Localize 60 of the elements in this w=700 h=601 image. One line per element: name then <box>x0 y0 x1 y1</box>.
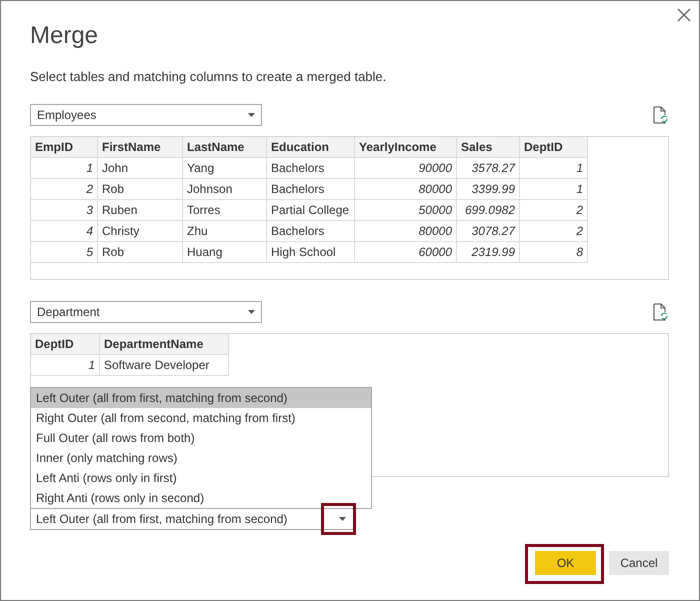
table-cell: 3578.27 <box>456 158 520 178</box>
table-cell: Rob <box>98 242 182 262</box>
column-header: DeptID <box>31 334 100 354</box>
join-kind-option[interactable]: Left Outer (all from first, matching from second) <box>31 388 371 408</box>
table-cell: Johnson <box>182 178 266 200</box>
column-header: DeptID <box>520 137 588 158</box>
refresh-document-icon[interactable] <box>653 106 668 124</box>
table-cell: 3078.27 <box>456 220 520 242</box>
table-cell: Partial College <box>266 200 354 220</box>
table-cell: 3399.99 <box>456 178 520 200</box>
column-header: EmpID <box>31 137 98 158</box>
table-cell: 90000 <box>354 158 456 178</box>
table-cell: High School <box>266 242 354 262</box>
column-header: Sales <box>456 137 520 158</box>
table-cell: Software Developer <box>100 354 228 376</box>
table-cell: 60000 <box>354 242 456 262</box>
table-cell: 2319.99 <box>456 242 520 262</box>
table-cell: Huang <box>182 242 266 262</box>
instruction-text: Select tables and matching columns to create a merged table. <box>30 69 388 85</box>
column-header: LastName <box>182 137 266 158</box>
table-cell: 50000 <box>354 200 456 220</box>
refresh-document-icon[interactable] <box>653 303 668 321</box>
table-cell: Rob <box>98 178 182 200</box>
table-cell: Bachelors <box>266 178 354 200</box>
table-cell: 4 <box>31 220 98 242</box>
table-cell: 2 <box>520 220 588 242</box>
table-cell: 1 <box>31 158 98 178</box>
table-cell: 8 <box>520 242 588 262</box>
cancel-button[interactable]: Cancel <box>609 551 669 575</box>
table-cell: 1 <box>31 354 100 376</box>
join-kind-dropdown[interactable]: Left Outer (all from first, matching from second) <box>30 508 356 530</box>
table-cell: 5 <box>31 242 98 262</box>
table-dropdown[interactable]: Employees <box>30 104 262 126</box>
caret-icon <box>338 517 346 521</box>
table-cell: 699.0982 <box>456 200 520 220</box>
column-header: Education <box>266 137 354 158</box>
table-cell: Yang <box>182 158 266 178</box>
caret-icon <box>248 113 255 117</box>
table-cell: Ruben <box>98 200 182 220</box>
column-header: FirstName <box>98 137 182 158</box>
table-cell: Bachelors <box>266 158 354 178</box>
dialog-title: Merge <box>30 21 98 51</box>
table-cell: 80000 <box>354 220 456 242</box>
table-cell: 1 <box>520 178 588 200</box>
table-cell: 3 <box>31 200 98 220</box>
close-icon[interactable] <box>677 8 691 22</box>
column-header: DepartmentName <box>100 334 228 354</box>
table-cell: John <box>98 158 182 178</box>
table-cell: 2 <box>31 178 98 200</box>
table-cell: Bachelors <box>266 220 354 242</box>
table-cell: 1 <box>520 158 588 178</box>
caret-icon <box>248 310 255 314</box>
table-cell: Zhu <box>182 220 266 242</box>
table-cell: 80000 <box>354 178 456 200</box>
table-cell: Torres <box>182 200 266 220</box>
table-cell: Christy <box>98 220 182 242</box>
table-cell: 2 <box>520 200 588 220</box>
ok-button[interactable]: OK <box>535 551 596 575</box>
table-dropdown[interactable]: Department <box>30 301 262 323</box>
column-header: YearlyIncome <box>354 137 456 158</box>
